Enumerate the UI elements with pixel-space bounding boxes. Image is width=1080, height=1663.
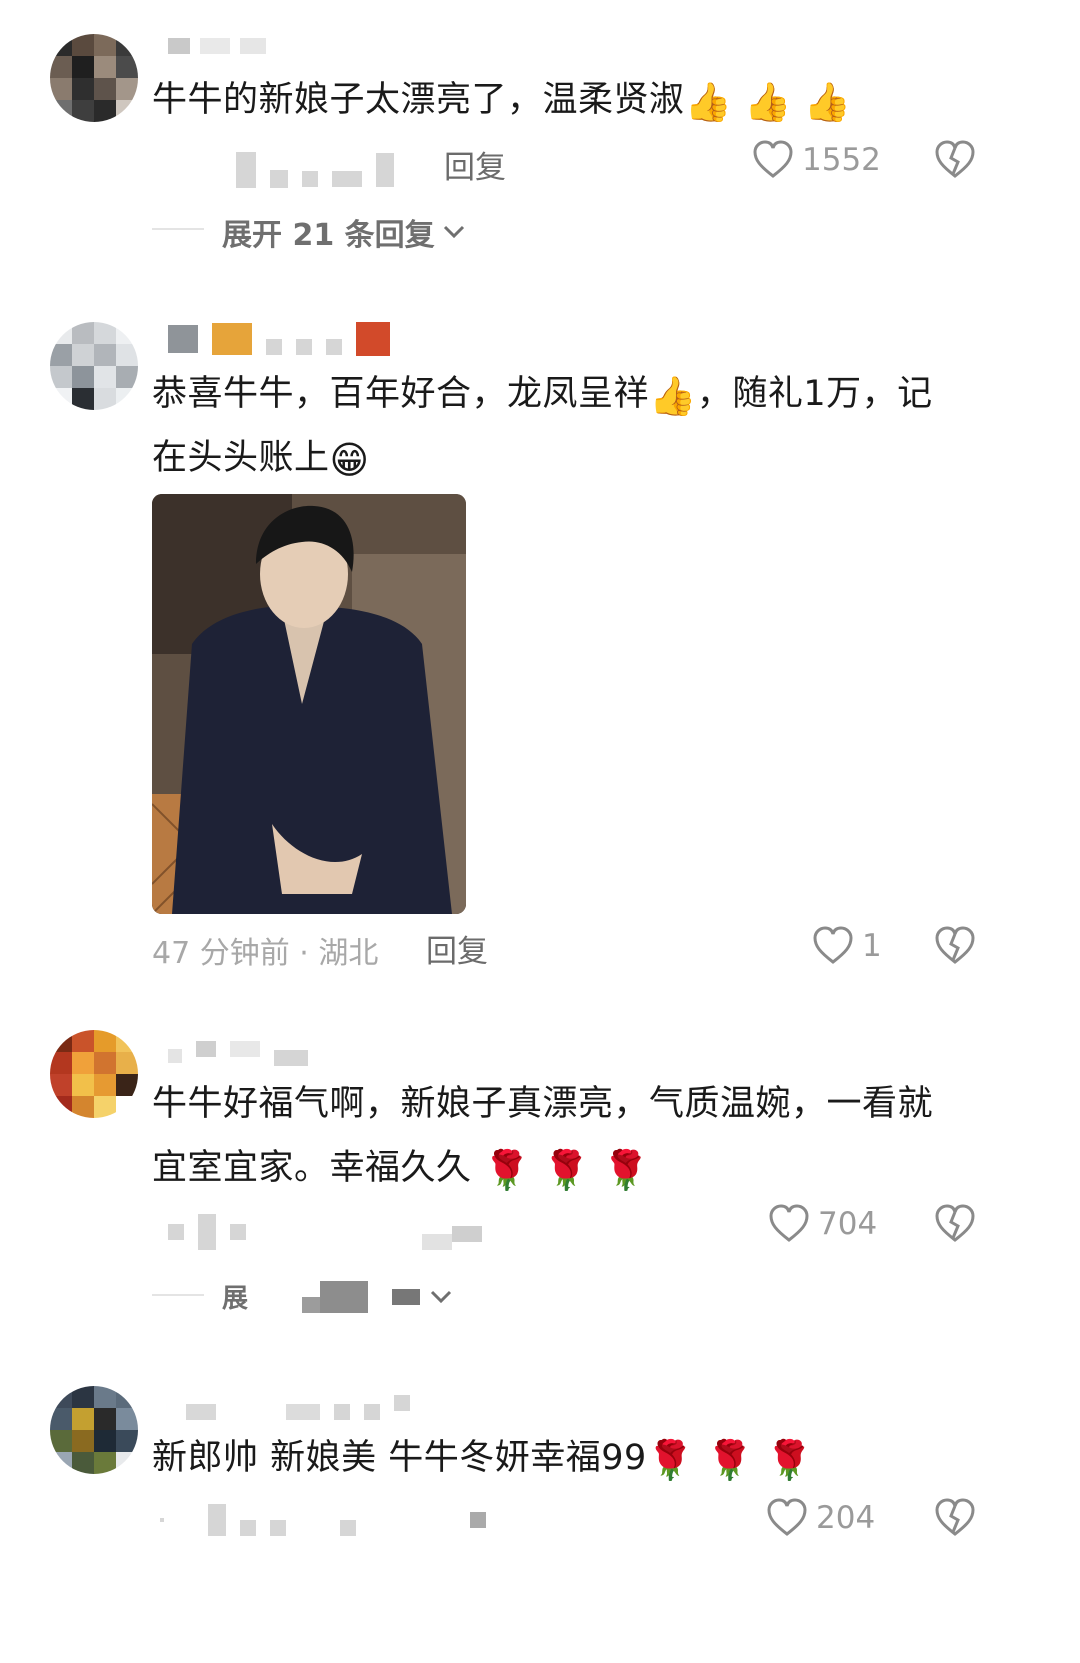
divider [152, 1294, 204, 1296]
heart-icon [767, 1498, 807, 1536]
heart-icon [753, 140, 793, 178]
heart-icon [813, 926, 853, 964]
grinning-face-icon: 😁 [329, 438, 370, 482]
chevron-down-icon [430, 1290, 452, 1303]
comment-image[interactable] [152, 494, 466, 914]
rose-icon: 🌹 [602, 1148, 650, 1192]
rose-icon: 🌹 [706, 1438, 755, 1482]
meta-blurred [422, 1218, 482, 1250]
comment-text: 恭喜牛牛，百年好合，龙凤呈祥👍，随礼1万，记 在头头账上😁 [152, 374, 933, 482]
broken-heart-icon [935, 1498, 975, 1536]
dislike-button[interactable] [934, 140, 976, 180]
rose-icon: 🌹 [542, 1148, 591, 1192]
divider [152, 228, 204, 230]
username[interactable] [168, 36, 266, 56]
like-button[interactable]: 1 [812, 926, 882, 966]
meta-blurred [168, 1214, 246, 1250]
thumbs-up-icon: 👍 [743, 80, 792, 124]
timestamp-location: 47 分钟前 · 湖北 [152, 936, 379, 971]
comment-text: 牛牛的新娘子太漂亮了，温柔贤淑👍 👍 👍 [152, 80, 852, 124]
avatar[interactable] [50, 322, 138, 410]
like-count: 1 [862, 928, 882, 964]
username[interactable] [168, 322, 390, 356]
expand-replies-button[interactable]: 展 [222, 1278, 452, 1315]
avatar[interactable] [50, 1030, 138, 1118]
photo-person [152, 494, 466, 914]
like-count: 1552 [802, 142, 881, 178]
expand-replies-button[interactable]: 展开 21 条回复 [222, 210, 465, 254]
dislike-button[interactable] [934, 926, 976, 966]
thumbs-up-icon: 👍 [803, 80, 852, 124]
like-button[interactable]: 204 [766, 1498, 875, 1538]
like-button[interactable]: 704 [768, 1204, 877, 1244]
thumbs-up-icon: 👍 [649, 374, 697, 418]
reply-button[interactable]: 回复 [426, 926, 488, 971]
username[interactable] [186, 1386, 410, 1420]
username[interactable] [168, 1032, 308, 1066]
comment-text: 牛牛好福气啊，新娘子真漂亮，气质温婉，一看就 宜室宜家。幸福久久 🌹 🌹 🌹 [152, 1084, 934, 1192]
avatar[interactable] [50, 34, 138, 122]
meta-blurred [160, 1504, 486, 1536]
dislike-button[interactable] [934, 1498, 976, 1538]
like-count: 204 [816, 1500, 876, 1536]
avatar[interactable] [50, 1386, 138, 1474]
meta-blurred [236, 152, 394, 188]
rose-icon: 🌹 [646, 1438, 695, 1482]
broken-heart-icon [935, 1204, 975, 1242]
broken-heart-icon [935, 926, 975, 964]
rose-icon: 🌹 [483, 1148, 531, 1192]
reply-button[interactable]: 回复 [444, 142, 506, 187]
expand-label-blurred [302, 1280, 421, 1313]
chevron-down-icon [443, 225, 464, 239]
like-button[interactable]: 1552 [752, 140, 881, 180]
heart-icon [769, 1204, 809, 1242]
thumbs-up-icon: 👍 [684, 80, 733, 124]
comment-text: 新郎帅 新娘美 牛牛冬妍幸福99🌹 🌹 🌹 [152, 1438, 814, 1482]
like-count: 704 [818, 1206, 878, 1242]
dislike-button[interactable] [934, 1204, 976, 1244]
rose-icon: 🌹 [765, 1438, 814, 1482]
broken-heart-icon [935, 140, 975, 178]
